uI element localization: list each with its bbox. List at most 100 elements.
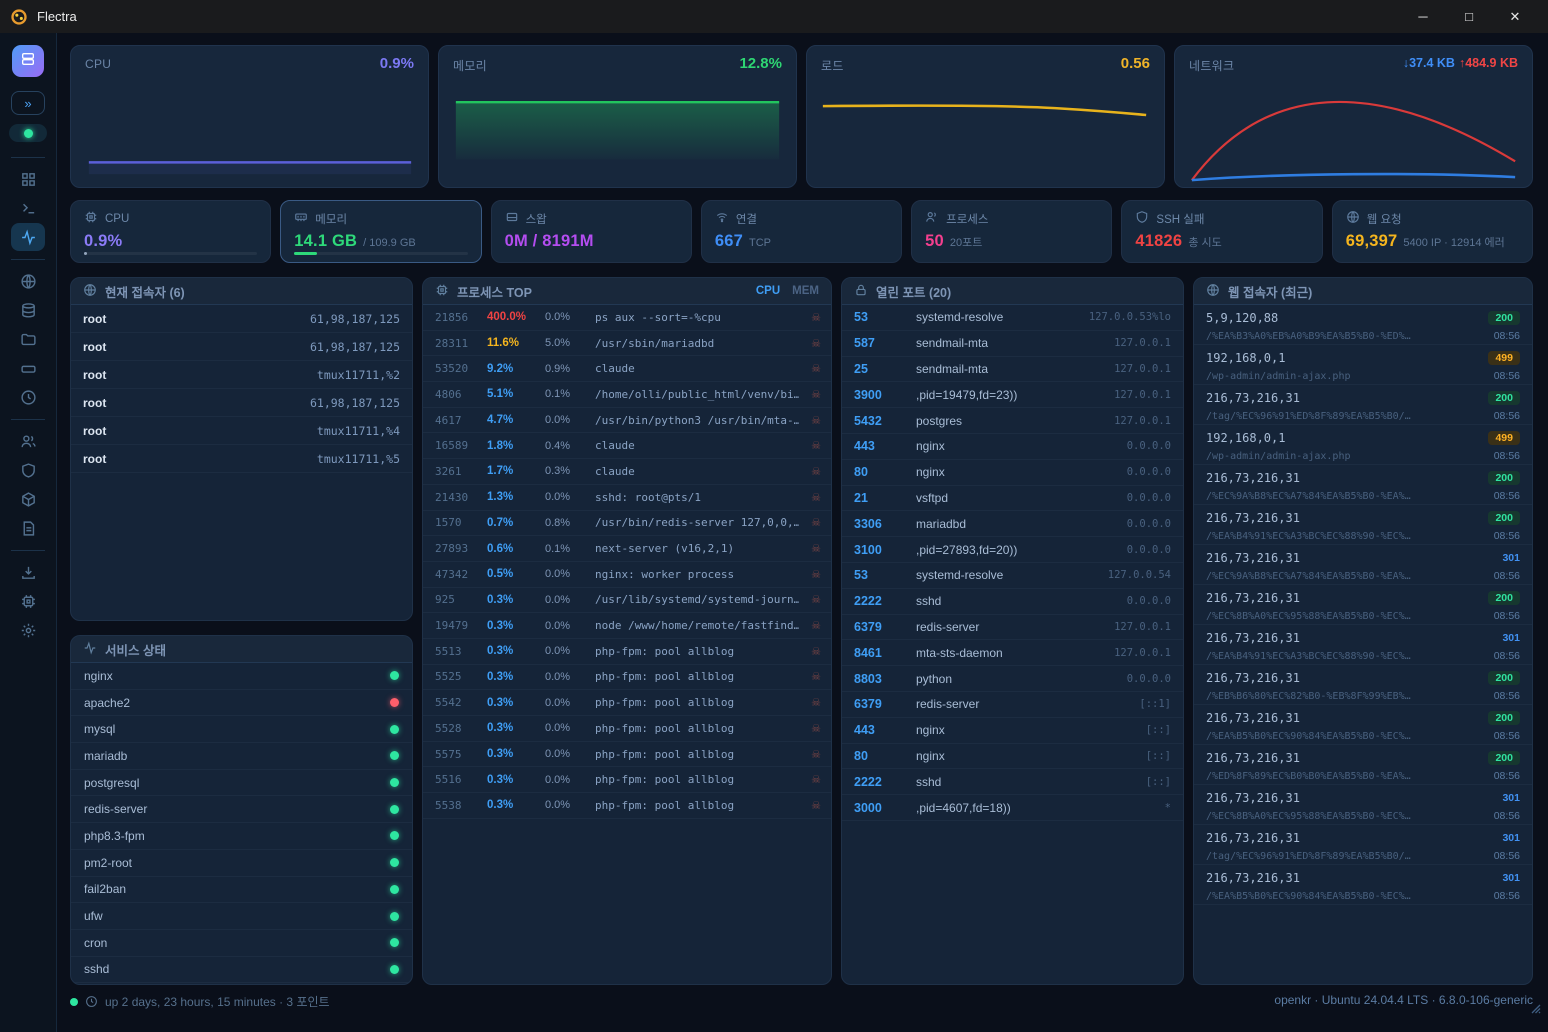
web-visitor-row: 216,73,216,31 301 /tag/%EC%96%91%ED%8F%8… bbox=[1194, 825, 1532, 865]
port-number: 25 bbox=[854, 362, 910, 376]
kill-process-icon[interactable]: ☠ bbox=[805, 439, 821, 452]
sidebar-item-logs[interactable] bbox=[11, 514, 45, 542]
stat-suffix: / 109.9 GB bbox=[363, 237, 416, 249]
stat-card-ssh-failures[interactable]: SSH 실패 41826총 시도 bbox=[1121, 200, 1322, 263]
process-users-icon bbox=[925, 210, 939, 227]
port-address: [::1] bbox=[1139, 698, 1171, 710]
sidebar-item-schedule[interactable] bbox=[11, 383, 45, 411]
process-command: php-fpm: pool allblog bbox=[595, 748, 799, 761]
kill-process-icon[interactable]: ☠ bbox=[805, 491, 821, 504]
process-cpu: 4.7% bbox=[487, 414, 539, 426]
kill-process-icon[interactable]: ☠ bbox=[805, 542, 821, 555]
maximize-button[interactable]: □ bbox=[1446, 0, 1492, 33]
processes-panel-header: 프로세스 TOP CPU MEM bbox=[423, 278, 831, 305]
close-button[interactable]: ✕ bbox=[1492, 0, 1538, 33]
process-cpu: 5.1% bbox=[487, 388, 539, 400]
kill-process-icon[interactable]: ☠ bbox=[805, 388, 821, 401]
web-visitor-row: 216,73,216,31 200 /%EB%B6%80%EC%82%B0-%E… bbox=[1194, 665, 1532, 705]
kill-process-icon[interactable]: ☠ bbox=[805, 748, 821, 761]
port-number: 443 bbox=[854, 723, 910, 737]
process-row: 5575 0.3% 0.0% php-fpm: pool allblog ☠ bbox=[423, 742, 831, 768]
divider bbox=[11, 259, 45, 260]
sidebar-item-files[interactable] bbox=[11, 325, 45, 353]
kill-process-icon[interactable]: ☠ bbox=[805, 516, 821, 529]
port-row: 25 sendmail-mta 127.0.0.1 bbox=[842, 357, 1183, 383]
process-mem: 0.0% bbox=[545, 671, 589, 683]
kill-process-icon[interactable]: ☠ bbox=[805, 619, 821, 632]
visitor-time: 08:56 bbox=[1494, 850, 1520, 862]
sidebar-item-storage[interactable] bbox=[11, 354, 45, 382]
service-row: redis-server bbox=[71, 796, 412, 823]
sidebar-item-terminal[interactable] bbox=[11, 194, 45, 222]
kill-process-icon[interactable]: ☠ bbox=[805, 414, 821, 427]
status-toggle[interactable] bbox=[9, 124, 47, 142]
visitor-url: /%EA%B4%91%EC%A3%BC%EC%88%90-%EC%… bbox=[1206, 531, 1488, 542]
sidebar-item-monitoring[interactable] bbox=[11, 223, 45, 251]
kill-process-icon[interactable]: ☠ bbox=[805, 799, 821, 812]
kill-process-icon[interactable]: ☠ bbox=[805, 670, 821, 683]
kill-process-icon[interactable]: ☠ bbox=[805, 465, 821, 478]
visitor-ip: 216,73,216,31 bbox=[1206, 711, 1488, 725]
service-row: ufw bbox=[71, 903, 412, 930]
system-info-text: openkr · Ubuntu 24.04.4 LTS · 6.8.0-106-… bbox=[1274, 993, 1533, 1007]
sidebar-item-users[interactable] bbox=[11, 427, 45, 455]
port-number: 8803 bbox=[854, 672, 910, 686]
stat-card-cpu[interactable]: CPU 0.9% bbox=[70, 200, 271, 263]
service-name: fail2ban bbox=[84, 882, 126, 896]
connections-panel-header: 현재 접속자 (6) bbox=[71, 278, 412, 305]
sidebar-item-network[interactable] bbox=[11, 267, 45, 295]
sidebar-expand-button[interactable]: » bbox=[11, 91, 45, 115]
port-row: 3900 ,pid=19479,fd=23)) 127.0.0.1 bbox=[842, 382, 1183, 408]
stat-card-memory[interactable]: 메모리 14.1 GB/ 109.9 GB bbox=[280, 200, 481, 263]
process-pid: 5513 bbox=[435, 645, 481, 658]
stat-label: 메모리 bbox=[315, 211, 347, 227]
process-mem: 0.0% bbox=[545, 311, 589, 323]
activity-icon bbox=[83, 641, 97, 658]
tab-cpu-sort[interactable]: CPU bbox=[756, 285, 780, 297]
minimize-button[interactable]: ─ bbox=[1400, 0, 1446, 33]
kill-process-icon[interactable]: ☠ bbox=[805, 311, 821, 324]
panel-title: 웹 접속자 (최근) bbox=[1228, 282, 1312, 301]
server-icon bbox=[20, 51, 36, 72]
kill-process-icon[interactable]: ☠ bbox=[805, 696, 821, 709]
cpu-progress-bar bbox=[84, 252, 257, 255]
stat-card-web-requests[interactable]: 웹 요청 69,3975400 IP · 12914 에러 bbox=[1332, 200, 1533, 263]
sidebar-item-settings[interactable] bbox=[11, 616, 45, 644]
sidebar-item-security[interactable] bbox=[11, 456, 45, 484]
tab-mem-sort[interactable]: MEM bbox=[792, 285, 819, 297]
app-launcher-button[interactable] bbox=[12, 45, 44, 77]
service-status-dot bbox=[390, 805, 399, 814]
stat-card-processes[interactable]: 프로세스 5020포트 bbox=[911, 200, 1112, 263]
connection-source: tmux11711,%4 bbox=[317, 424, 400, 438]
port-number: 6379 bbox=[854, 697, 910, 711]
main-content: CPU 0.9% 메모리 12.8% bbox=[57, 33, 1548, 1032]
stat-card-swap[interactable]: 스왑 0M / 8191M bbox=[491, 200, 692, 263]
visitor-ip: 216,73,216,31 bbox=[1206, 871, 1494, 885]
port-row: 3306 mariadbd 0.0.0.0 bbox=[842, 511, 1183, 537]
visitor-url: /%EC%8B%A0%EC%95%88%EA%B5%B0-%EC%… bbox=[1206, 811, 1494, 822]
sidebar-item-packages[interactable] bbox=[11, 485, 45, 513]
kill-process-icon[interactable]: ☠ bbox=[805, 593, 821, 606]
kill-process-icon[interactable]: ☠ bbox=[805, 645, 821, 658]
resize-grip[interactable] bbox=[1527, 1000, 1541, 1017]
connection-user: root bbox=[83, 340, 106, 354]
web-visitor-row: 216,73,216,31 301 /%EA%B5%B0%EC%90%84%EA… bbox=[1194, 865, 1532, 905]
sidebar-item-database[interactable] bbox=[11, 296, 45, 324]
process-cpu: 9.2% bbox=[487, 363, 539, 375]
sidebar-item-downloads[interactable] bbox=[11, 558, 45, 586]
stat-card-connections[interactable]: 연결 667TCP bbox=[701, 200, 902, 263]
kill-process-icon[interactable]: ☠ bbox=[805, 337, 821, 350]
kill-process-icon[interactable]: ☠ bbox=[805, 362, 821, 375]
kill-process-icon[interactable]: ☠ bbox=[805, 773, 821, 786]
sidebar-item-dashboard[interactable] bbox=[11, 165, 45, 193]
process-cpu: 0.3% bbox=[487, 799, 539, 811]
kill-process-icon[interactable]: ☠ bbox=[805, 722, 821, 735]
port-address: 0.0.0.0 bbox=[1127, 673, 1171, 685]
process-pid: 5525 bbox=[435, 670, 481, 683]
kill-process-icon[interactable]: ☠ bbox=[805, 568, 821, 581]
web-visitor-row: 216,73,216,31 200 /%EA%B4%91%EC%A3%BC%EC… bbox=[1194, 505, 1532, 545]
sidebar-item-system[interactable] bbox=[11, 587, 45, 615]
port-number: 3100 bbox=[854, 543, 910, 557]
process-command: php-fpm: pool allblog bbox=[595, 696, 799, 709]
port-number: 3000 bbox=[854, 801, 910, 815]
